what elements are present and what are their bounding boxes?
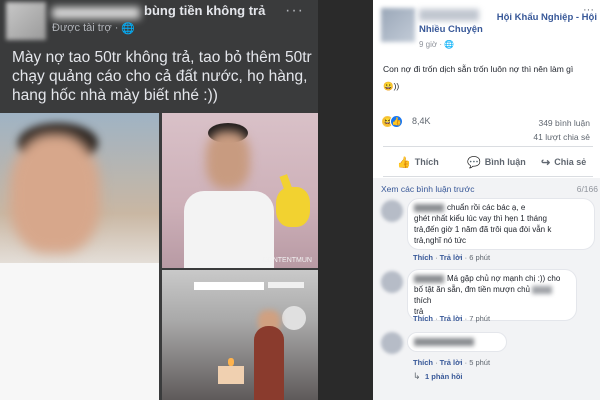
birthday-cake	[218, 366, 244, 384]
divider	[383, 146, 593, 147]
post-header: bùng tiền không trả Được tài trợ · 🌐 ···	[0, 0, 318, 42]
comment-text: bố tật ăn sẵn, đm tiền mượn chủ	[414, 285, 530, 294]
group-post: Hội Khẩu Nghiệp - Hội Nhiều Chuyện 9 giờ…	[373, 0, 600, 400]
thumbs-up-icon: 👍	[397, 156, 411, 169]
group-avatar[interactable]	[381, 8, 415, 42]
page-avatar[interactable]	[6, 2, 46, 40]
candle	[228, 358, 234, 366]
comment-line: ghét nhất kiểu lúc vay thì hẹn 1 tháng	[414, 214, 547, 223]
comment-page-counter: 6/166	[576, 184, 598, 194]
photo-watermark: CONTENTMUN	[262, 257, 312, 264]
share-icon: ↪	[541, 156, 551, 169]
share-button[interactable]: ↪ Chia sẻ	[541, 152, 586, 172]
pikachu-plush	[276, 187, 310, 227]
group-name[interactable]: Hội Khẩu Nghiệp - Hội Nhiều Chuyện	[419, 12, 597, 36]
sponsored-post: bùng tiền không trả Được tài trợ · 🌐 ···…	[0, 0, 318, 400]
commenter-avatar[interactable]	[381, 200, 403, 222]
commenter-avatar[interactable]	[381, 332, 403, 354]
comment-icon: 💬	[467, 156, 481, 169]
comment-time: 5 phút	[469, 358, 491, 367]
post-photo-party[interactable]	[162, 270, 318, 400]
shares-count[interactable]: 41 lượt chia sẻ	[533, 132, 590, 142]
group-name-line: Hội Khẩu Nghiệp - Hội	[496, 12, 597, 23]
more-options-icon[interactable]: ···	[583, 4, 594, 16]
comment-reply-link[interactable]: Trả lời	[440, 358, 463, 367]
ceiling-light	[194, 282, 264, 290]
comment-text: chuẩn rồi các bác ạ, e	[447, 203, 526, 212]
comment-like-link[interactable]: Thích	[413, 314, 433, 323]
comment-meta: Thích · Trả lời · 7 phút	[413, 314, 491, 323]
comment-meta: Thích · Trả lời · 5 phút	[413, 358, 491, 367]
blurred-page-name	[52, 7, 140, 19]
comment-like-link[interactable]: Thích	[413, 253, 433, 262]
post-text-line: hang hốc nhà mày biết nhé :))	[12, 87, 218, 104]
page-name[interactable]: bùng tiền không trả	[144, 3, 265, 18]
group-name-line: Nhiều Chuyện	[419, 24, 483, 35]
comment-line: trả,nghĩ nó tức	[414, 236, 467, 245]
wall-fan	[282, 306, 306, 330]
like-label: Thích	[414, 157, 439, 167]
post-photo-portrait[interactable]	[0, 113, 159, 400]
comment-text: thích	[414, 296, 432, 305]
globe-icon: 🌐	[444, 40, 455, 49]
photo-shirt	[184, 191, 274, 268]
like-button[interactable]: 👍 Thích	[397, 152, 439, 172]
comment-line: bố tật ăn sẵn, đm tiền mượn chủ thích	[414, 284, 570, 306]
time-label: 9 giờ ·	[419, 40, 443, 49]
comment-button[interactable]: 💬 Bình luận	[467, 152, 526, 172]
reaction-count: 8,4K	[412, 116, 431, 126]
globe-icon: 🌐	[121, 23, 135, 35]
comment-line: Má gặp chủ nợ mạnh chị :)) cho	[414, 273, 570, 284]
share-label: Chia sẻ	[554, 157, 587, 167]
comment-bubble: chuẩn rồi các bác ạ, e ghét nhất kiểu lú…	[407, 198, 595, 250]
comment-time: 7 phút	[469, 314, 491, 323]
replies-label: 1 phản hồi	[425, 372, 463, 381]
post-actions: 👍 Thích 💬 Bình luận ↪ Chia sẻ	[373, 152, 600, 172]
post-text-line: Con nợ đi trốn dịch sẵn trốn luôn nợ thì…	[383, 64, 574, 74]
view-replies-link[interactable]: 1 phản hồi	[425, 372, 463, 381]
post-text-line: chạy quảng cáo cho cả đất nước, họ hàng,	[12, 68, 308, 85]
comment-bubble	[407, 332, 507, 352]
like-reaction-icon: 👍	[390, 115, 403, 128]
blurred-face	[206, 131, 250, 189]
post-text-line: Mày nợ tao 50tr không trả, tao bỏ thêm 5…	[12, 49, 312, 66]
more-options-icon[interactable]: ···	[285, 2, 304, 20]
comments-count[interactable]: 349 bình luận	[538, 118, 590, 128]
comment-like-link[interactable]: Thích	[413, 358, 433, 367]
commenter-avatar[interactable]	[381, 271, 403, 293]
post-text: Mày nợ tao 50tr không trả, tao bỏ thêm 5…	[12, 48, 312, 105]
reply-arrow-icon: ↳	[413, 371, 421, 381]
post-time[interactable]: 9 giờ · 🌐	[419, 40, 454, 49]
comment-reply-link[interactable]: Trả lời	[440, 314, 463, 323]
comment-text: Má gặp chủ nợ mạnh chị :)) cho	[447, 274, 561, 283]
blurred-commenter-name[interactable]	[414, 274, 444, 283]
post-photo-bedroom[interactable]: CONTENTMUN	[162, 113, 318, 268]
blurred-mention	[532, 285, 553, 294]
blurred-comment-text	[414, 337, 474, 346]
comment-time: 6 phút	[469, 253, 491, 262]
comments-section: Xem các bình luận trước 6/166 chuẩn rồi …	[373, 178, 600, 400]
divider	[383, 176, 593, 177]
ceiling-light	[268, 282, 304, 288]
blurred-commenter-name[interactable]	[414, 203, 444, 212]
blurred-face	[10, 133, 100, 253]
comment-meta: Thích · Trả lời · 6 phút	[413, 253, 491, 262]
comment-reply-link[interactable]: Trả lời	[440, 253, 463, 262]
sponsored-label: Được tài trợ ·	[52, 22, 119, 34]
comment-line: trả,đến giờ 1 năm đã trôi qua đòi vẫn k	[414, 225, 552, 234]
post-text: Con nợ đi trốn dịch sẵn trốn luôn nợ thì…	[383, 63, 593, 93]
photo-person	[254, 326, 284, 400]
photo-shirt	[0, 263, 159, 400]
comment-label: Bình luận	[484, 157, 526, 167]
comment-line: chuẩn rồi các bác ạ, e	[414, 202, 588, 213]
post-text-line: 😀))	[383, 81, 400, 91]
view-previous-comments-link[interactable]: Xem các bình luận trước	[381, 184, 474, 194]
